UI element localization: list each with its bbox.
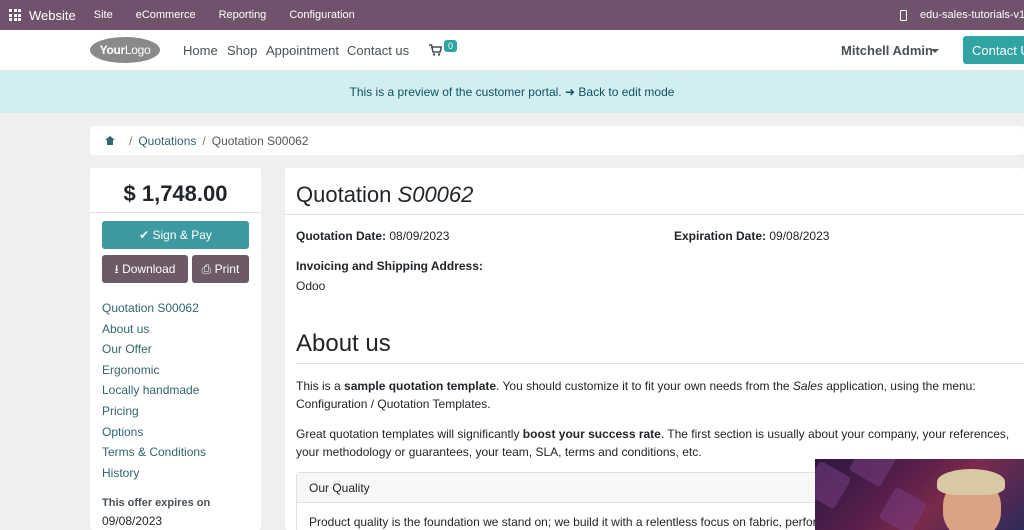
- background-hexagon: [815, 460, 852, 510]
- print-icon: ⎙: [201, 262, 212, 276]
- quotation-date-field: Quotation Date: 08/09/2023: [296, 229, 449, 243]
- download-button[interactable]: ⭳ Download: [102, 255, 188, 283]
- toc-item-locally-handmade[interactable]: Locally handmade: [102, 380, 206, 401]
- address-value: Odoo: [296, 279, 326, 293]
- breadcrumb-current: Quotation S00062: [211, 133, 309, 148]
- toc-item-ergonomic[interactable]: Ergonomic: [102, 360, 206, 381]
- about-paragraph-2: Great quotation templates will significa…: [296, 427, 1010, 459]
- nav-appointment[interactable]: Appointment: [266, 43, 339, 58]
- sign-pay-button[interactable]: ✔ Sign & Pay: [102, 221, 249, 249]
- breadcrumb-quotations[interactable]: Quotations: [138, 134, 196, 148]
- print-label: Print: [214, 262, 240, 276]
- check-icon: ✔: [139, 228, 150, 242]
- expires-date: 09/08/2023: [102, 514, 163, 528]
- quotation-date-value: 08/09/2023: [389, 229, 450, 243]
- banner-text: This is a preview of the customer portal…: [349, 85, 562, 99]
- table-of-contents: Quotation S00062 About us Our Offer Ergo…: [102, 298, 206, 483]
- quotation-sidebar: $ 1,748.00 ✔ Sign & Pay ⭳ Download ⎙ Pri…: [90, 168, 261, 530]
- sign-pay-label: Sign & Pay: [152, 228, 212, 242]
- nav-shop[interactable]: Shop: [227, 43, 257, 58]
- website-header: Your Logo Home Shop Appointment Contact u…: [0, 30, 1024, 71]
- nav-contact-us[interactable]: Contact us: [347, 43, 409, 58]
- download-label: Download: [122, 262, 176, 276]
- user-menu[interactable]: Mitchell Admin: [841, 43, 933, 58]
- print-button[interactable]: ⎙ Print: [192, 255, 249, 283]
- presenter-hair: [937, 469, 1005, 495]
- toc-item-terms[interactable]: Terms & Conditions: [102, 442, 206, 463]
- toc-item-pricing[interactable]: Pricing: [102, 401, 206, 422]
- divider: [285, 214, 1024, 215]
- cart-button[interactable]: [429, 44, 443, 59]
- quotation-total: $ 1,748.00: [90, 168, 261, 213]
- breadcrumb: / Quotations / Quotation S00062: [90, 126, 1024, 155]
- about-paragraph-1: This is a sample quotation template. You…: [296, 379, 976, 411]
- menu-reporting[interactable]: Reporting: [219, 9, 267, 21]
- arrow-right-icon: ➜: [564, 85, 576, 99]
- portal-preview-banner: This is a preview of the customer portal…: [0, 71, 1024, 113]
- toc-item-options[interactable]: Options: [102, 422, 206, 443]
- quotation-date-label: Quotation Date:: [296, 229, 386, 243]
- database-name[interactable]: edu-sales-tutorials-v16: [920, 9, 1024, 21]
- mobile-preview-icon[interactable]: [900, 9, 907, 21]
- menu-ecommerce[interactable]: eCommerce: [136, 9, 196, 21]
- menu-configuration[interactable]: Configuration: [289, 9, 354, 21]
- apps-menu-icon[interactable]: [9, 9, 21, 21]
- divider: [296, 363, 1024, 364]
- toc-item-about-us[interactable]: About us: [102, 319, 206, 340]
- expiration-date-label: Expiration Date:: [674, 229, 767, 243]
- odoo-top-bar: Website Site eCommerce Reporting Configu…: [0, 0, 1024, 30]
- breadcrumb-separator: /: [129, 133, 133, 148]
- page-title: Quotation S00062: [296, 182, 473, 208]
- expiration-date-value: 09/08/2023: [769, 229, 830, 243]
- toc-item-history[interactable]: History: [102, 463, 206, 484]
- nav-home[interactable]: Home: [183, 43, 218, 58]
- expires-label: This offer expires on: [102, 497, 211, 509]
- toc-item-our-offer[interactable]: Our Offer: [102, 339, 206, 360]
- presenter-webcam-overlay: [815, 459, 1024, 530]
- toc-item-quotation[interactable]: Quotation S00062: [102, 298, 206, 319]
- background-hexagon: [878, 486, 928, 530]
- cart-count-badge: 0: [444, 40, 458, 52]
- contact-us-button[interactable]: Contact Us: [963, 36, 1024, 64]
- logo-text-2: Logo: [124, 43, 151, 57]
- download-icon: ⭳: [114, 262, 119, 276]
- title-reference: S00062: [397, 182, 474, 207]
- breadcrumb-separator: /: [202, 133, 206, 148]
- logo-text-1: Your: [99, 43, 126, 57]
- section-heading-about: About us: [296, 330, 391, 357]
- company-logo[interactable]: Your Logo: [90, 37, 160, 63]
- background-hexagon: [848, 459, 898, 488]
- address-label: Invoicing and Shipping Address:: [296, 259, 483, 273]
- cart-icon: [429, 44, 443, 56]
- home-icon[interactable]: [105, 136, 115, 145]
- back-to-edit-link[interactable]: Back to edit mode: [578, 85, 674, 99]
- topbar-right: edu-sales-tutorials-v16: [900, 0, 1024, 30]
- app-title[interactable]: Website: [29, 8, 76, 23]
- menu-site[interactable]: Site: [94, 9, 113, 21]
- chevron-down-icon[interactable]: [931, 49, 939, 53]
- expiration-date-field: Expiration Date: 09/08/2023: [674, 229, 829, 243]
- title-prefix: Quotation: [296, 182, 392, 207]
